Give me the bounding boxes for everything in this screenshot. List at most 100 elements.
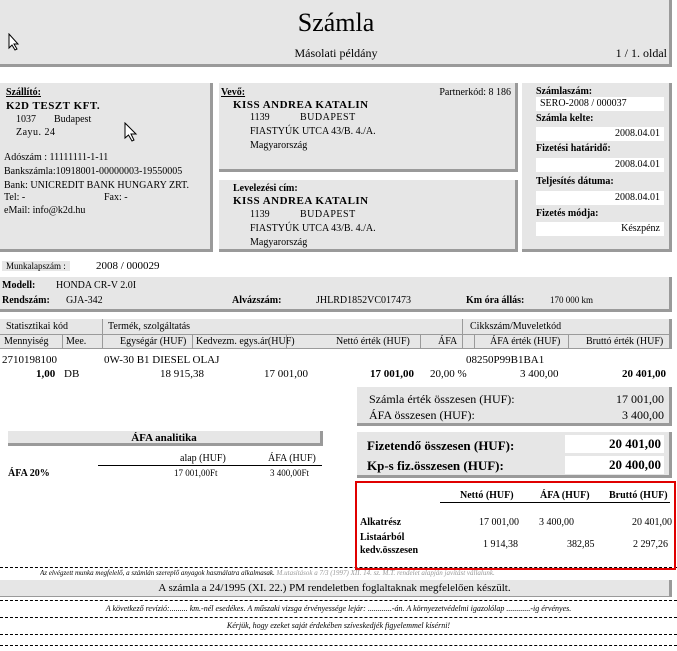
next-service-text: A következő revízió:......... km.-nél es…	[105, 604, 572, 613]
mouse-cursor-icon	[124, 121, 138, 145]
totals-panel: Számla érték összesen (HUF): 17 001,00 Á…	[357, 387, 672, 426]
performance-date: 2008.04.01	[615, 192, 660, 203]
seller-street: Zayu. 24	[16, 127, 56, 138]
footer-line-4	[0, 634, 677, 635]
invoice-header: Számla Másolati példány 1 / 1. oldal	[0, 0, 672, 67]
footer-note-tail: M.utasítások a 7/3 (1997) XII. 14. sz. M…	[276, 569, 495, 577]
invoice-number-field: SERO-2008 / 000037	[536, 97, 664, 111]
invoice-date-field: 2008.04.01	[536, 127, 664, 141]
worksheet-number: 2008 / 000029	[96, 260, 160, 272]
model-label: Modell:	[2, 280, 36, 291]
buyer-heading: Vevő:	[221, 87, 246, 98]
col-stat-code: Statisztikai kód	[6, 321, 68, 332]
footer-line-2	[0, 600, 677, 601]
km-label: Km óra állás:	[466, 295, 525, 306]
buyer-name: KISS ANDREA KATALIN	[233, 99, 369, 111]
vat-analysis-title-box: ÁFA analitika	[8, 431, 323, 446]
buyer-country: Magyarország	[250, 140, 308, 151]
row-unit-price: 18 915,38	[160, 368, 204, 380]
postal-country: Magyarország	[250, 237, 308, 248]
buyer-street: FIASTYÚK UTCA 43/B. 4./A.	[250, 126, 376, 137]
postal-street: FIASTYÚK UTCA 43/B. 4./A.	[250, 223, 376, 234]
footer-note-text: Az elvégzett munka megfelelő, a számlán …	[40, 569, 275, 577]
vat-total-label: ÁFA összesen (HUF):	[369, 408, 475, 422]
invoice-number-label: Számlaszám:	[536, 86, 593, 97]
km-value: 170 000 km	[550, 295, 594, 305]
footer-line-3	[0, 617, 677, 618]
payment-method: Készpénz	[621, 223, 660, 234]
col-unit: Mee.	[66, 336, 87, 347]
payable-label: Fizetendő összesen (HUF):	[367, 438, 515, 453]
payment-method-label: Fizetés módja:	[536, 208, 599, 219]
postal-city: BUDAPEST	[300, 209, 356, 220]
seller-panel: Szállító: K2D TESZT KFT. 1037 Budapest Z…	[0, 83, 213, 252]
buyer-zip: 1139	[250, 112, 270, 123]
col-vat: ÁFA	[438, 336, 458, 347]
invoice-date: 2008.04.01	[615, 128, 660, 139]
seller-fax: Fax: -	[104, 192, 128, 203]
vat-amount-header: ÁFA (HUF)	[268, 453, 316, 464]
seller-tax-id: Adószám : 11111111-1-11	[4, 152, 109, 163]
row-discount-price: 17 001,00	[264, 368, 308, 380]
footer-note: Az elvégzett munka megfelelő, a számlán …	[40, 569, 677, 577]
model-value: HONDA CR-V 2.0I	[56, 280, 137, 291]
plate-value: GJA-342	[66, 295, 103, 306]
col-product: Termék, szolgáltatás	[108, 321, 191, 332]
payable-panel: Fizetendő összesen (HUF): 20 401,00 Kp-s…	[357, 432, 672, 478]
table-row: 2710198100 0W-30 B1 DIESEL OLAJ 08250P99…	[0, 352, 672, 382]
vat-analysis-title: ÁFA analitika	[131, 432, 197, 444]
due-date-label: Fizetési határidő:	[536, 143, 611, 154]
legal-box: A számla a 24/1995 (XI. 22.) PM rendelet…	[0, 580, 672, 597]
col-unit-price: Egységár (HUF)	[120, 336, 187, 347]
sum-value: 17 001,00	[616, 392, 664, 406]
items-table-header: Statisztikai kód Termék, szolgáltatás Ci…	[0, 319, 672, 349]
invoice-title: Számla	[297, 8, 375, 37]
plate-label: Rendszám:	[2, 295, 50, 306]
seller-bank-account: Bankszámla:10918001-00000003-19550005	[4, 166, 183, 177]
invoice-number: SERO-2008 / 000037	[540, 98, 627, 109]
vehicle-panel: Modell: HONDA CR-V 2.0I Rendszám: GJA-34…	[0, 277, 672, 312]
row-gross: 20 401,00	[622, 368, 666, 380]
payment-method-field: Készpénz	[536, 222, 664, 236]
footer-line-5	[0, 645, 677, 646]
postal-zip: 1139	[250, 209, 270, 220]
row-vat-rate: 20,00 %	[430, 368, 467, 380]
seller-tel: Tel: -	[4, 192, 26, 203]
col-gross: Bruttó érték (HUF)	[586, 336, 664, 347]
row-unit: DB	[64, 368, 80, 380]
highlight-rectangle	[355, 481, 676, 570]
cash-label: Kp-s fiz.összesen (HUF):	[367, 458, 504, 473]
col-vat-value: ÁFA érték (HUF)	[490, 336, 561, 347]
col-discount-price: Kedvezm. egys.ár(HUF)	[196, 336, 295, 347]
due-date: 2008.04.01	[615, 159, 660, 170]
row-vat-value: 3 400,00	[520, 368, 559, 380]
due-date-field: 2008.04.01	[536, 158, 664, 172]
row-qty: 1,00	[36, 368, 56, 380]
seller-heading: Szállító:	[6, 87, 41, 98]
row-product: 0W-30 B1 DIESEL OLAJ	[104, 354, 220, 366]
postal-heading: Levelezési cím:	[233, 183, 298, 194]
row-net: 17 001,00	[370, 368, 414, 380]
payable-field: 20 401,00	[565, 435, 664, 453]
legal-text: A számla a 24/1995 (XI. 22.) PM rendelet…	[158, 582, 511, 594]
chassis-label: Alvázszám:	[232, 295, 282, 306]
seller-email: eMail: info@k2d.hu	[4, 205, 86, 216]
seller-name: K2D TESZT KFT.	[6, 100, 101, 112]
postal-name: KISS ANDREA KATALIN	[233, 195, 369, 207]
seller-city: Budapest	[54, 114, 92, 125]
cash-field: 20 400,00	[565, 456, 664, 474]
performance-date-label: Teljesítés dátuma:	[536, 176, 614, 187]
page-indicator: 1 / 1. oldal	[615, 46, 667, 60]
sum-label: Számla érték összesen (HUF):	[369, 392, 515, 406]
mouse-cursor-icon	[8, 32, 20, 54]
vat-analysis-divider	[98, 465, 322, 466]
buyer-panel: Vevő: Partnerkód: 8 186 KISS ANDREA KATA…	[219, 83, 518, 172]
row-item-code: 08250P99B1BA1	[466, 354, 545, 366]
col-net: Nettó érték (HUF)	[336, 336, 410, 347]
col-item-code: Cikkszám/Muveletkód	[470, 321, 562, 332]
postal-address-panel: Levelezési cím: KISS ANDREA KATALIN 1139…	[219, 180, 518, 252]
chassis-value: JHLRD1852VC017473	[316, 295, 412, 306]
invoice-date-label: Számla kelte:	[536, 113, 594, 124]
buyer-partner-code: Partnerkód: 8 186	[439, 87, 511, 98]
invoice-info-panel: Számlaszám: SERO-2008 / 000037 Számla ke…	[522, 83, 672, 252]
